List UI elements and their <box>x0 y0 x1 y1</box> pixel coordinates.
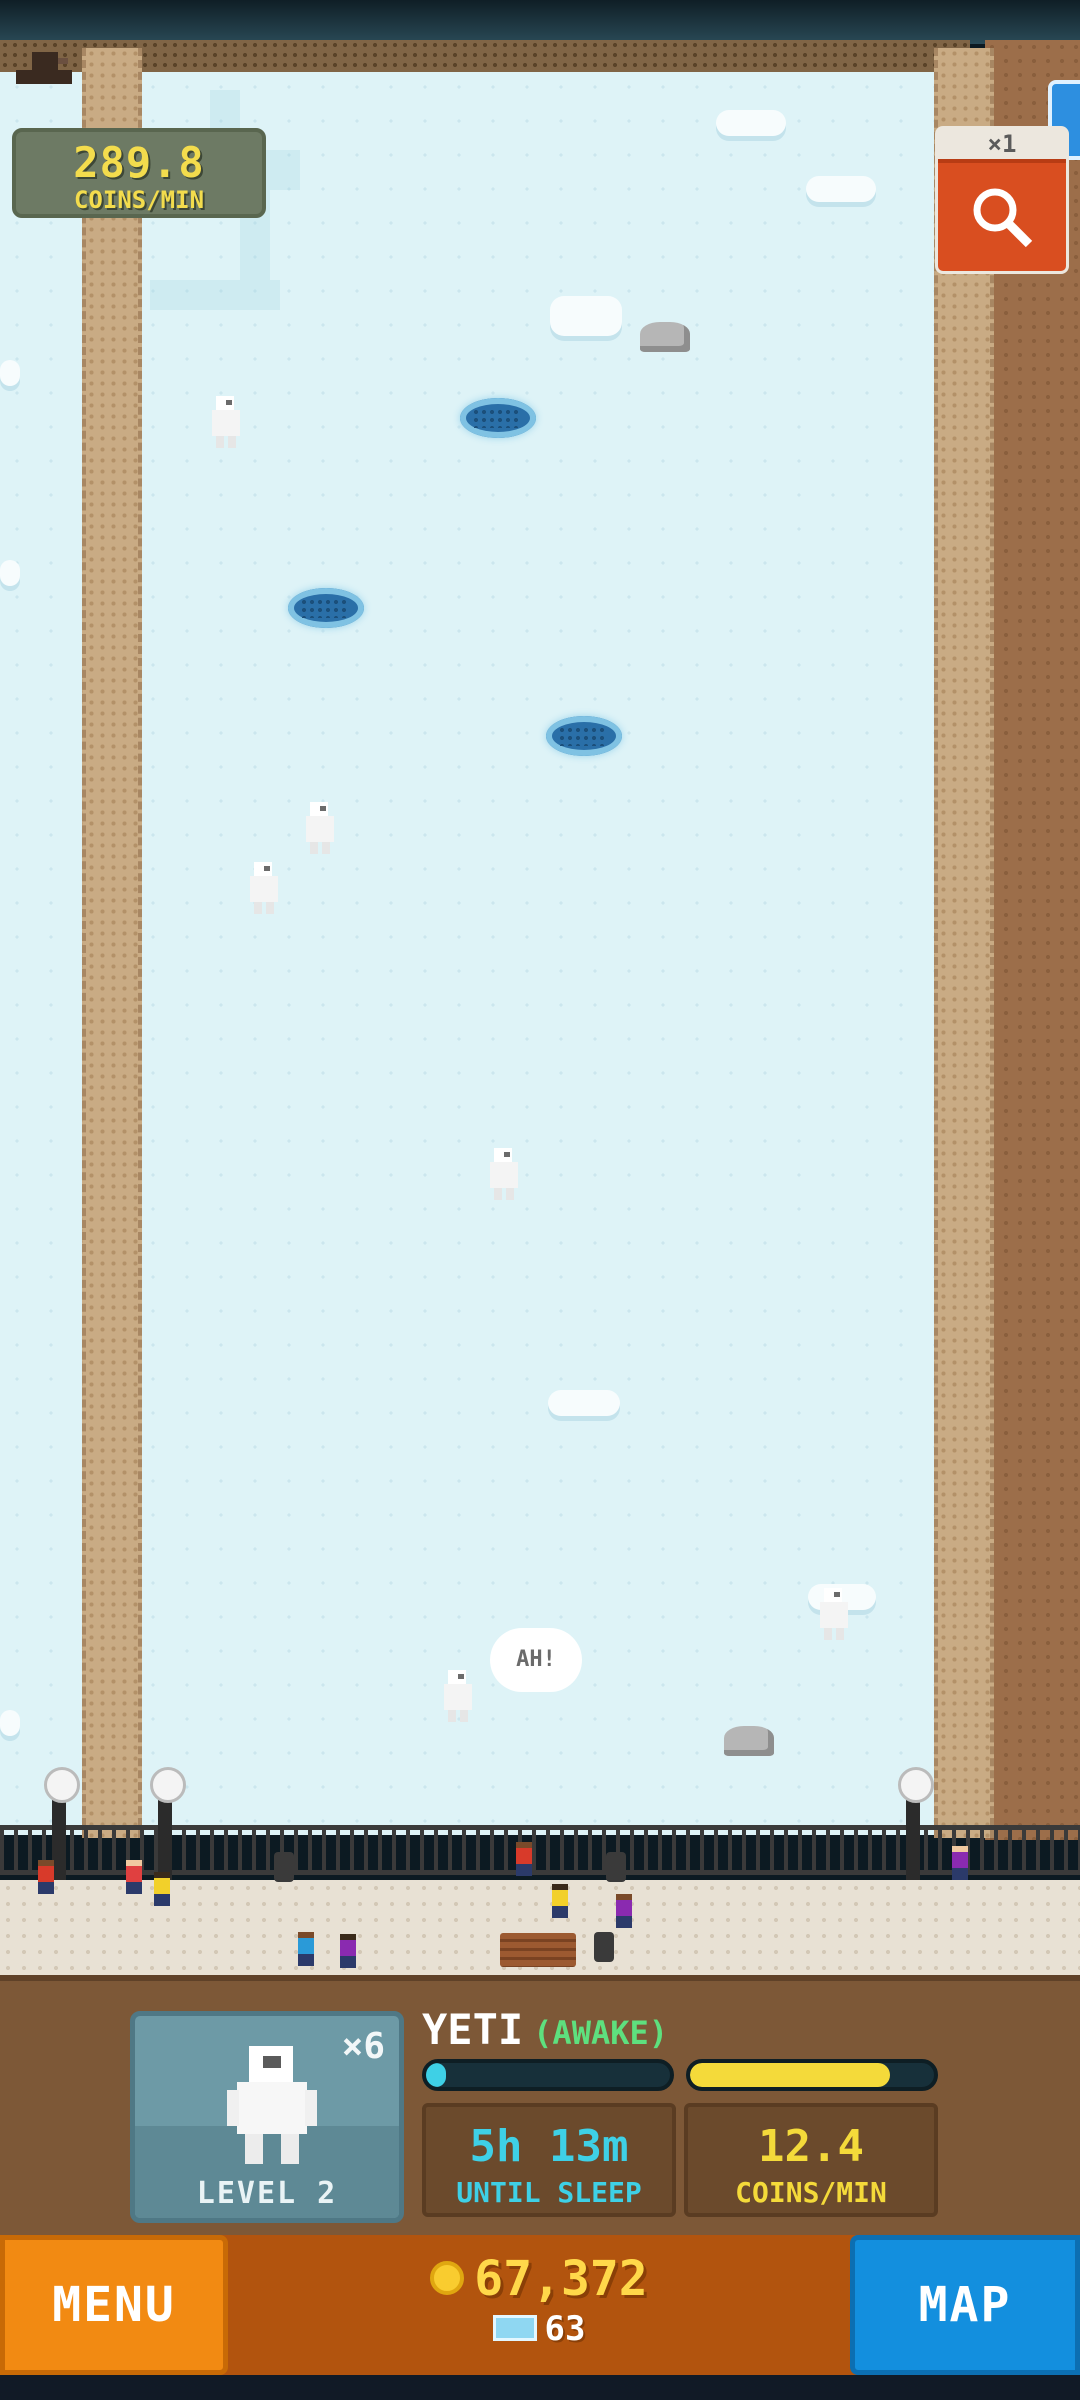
ice-hole <box>460 398 536 438</box>
visitor <box>154 1872 170 1906</box>
visitor <box>616 1894 632 1928</box>
dirt-border <box>985 40 1080 1840</box>
visitor <box>340 1934 356 1968</box>
gem-icon <box>492 2314 537 2341</box>
gems-total-line: 63 <box>236 2307 842 2349</box>
snow-mound <box>0 360 20 386</box>
top-wall <box>0 40 970 72</box>
animal-name-line: YETI (AWAKE) <box>422 2005 668 2054</box>
left-wall <box>82 48 142 1838</box>
ice-hole <box>288 588 364 628</box>
gems-total: 63 <box>544 2309 586 2349</box>
boot-icon[interactable] <box>12 48 76 88</box>
trash-bin <box>274 1852 294 1882</box>
sleep-progress-fill <box>426 2063 446 2087</box>
coins-total: 67,372 <box>474 2251 648 2307</box>
snow-mound <box>806 176 876 202</box>
menu-button[interactable]: MENU <box>0 2235 228 2375</box>
system-nav-strip <box>0 2375 1080 2400</box>
finder-button[interactable]: ×1 <box>935 126 1069 274</box>
yeti-icon[interactable] <box>486 1144 526 1204</box>
visitor <box>126 1860 142 1894</box>
visitor <box>38 1860 54 1894</box>
coins-per-min-value: 289.8 <box>73 138 205 187</box>
visitor <box>952 1846 968 1880</box>
animal-count: ×6 <box>341 2026 385 2067</box>
animal-coins-label: COINS/MIN <box>735 2176 887 2209</box>
animal-info-panel: ×6 LEVEL 2 YETI (AWAKE) 5h 13m UNTIL SLEE… <box>0 1975 1080 2235</box>
coins-progress-bar <box>686 2059 938 2091</box>
lamp-post <box>898 1767 934 1885</box>
coins-total-line: 67,372 <box>236 2243 842 2307</box>
animal-level: LEVEL 2 <box>196 2176 338 2211</box>
currency-display: 67,372 63 <box>236 2243 842 2367</box>
enclosure-scene[interactable]: AH! <box>0 40 1080 1975</box>
yeti-icon[interactable] <box>246 858 286 918</box>
yeti-icon[interactable] <box>440 1666 480 1726</box>
ice-hole <box>546 716 622 756</box>
snow-mound <box>716 110 786 136</box>
visitor <box>552 1884 568 1918</box>
until-sleep-value: 5h 13m <box>469 2121 629 2172</box>
right-wall <box>934 48 994 1838</box>
finder-button-face[interactable] <box>938 159 1066 271</box>
until-sleep-stat: 5h 13m UNTIL SLEEP <box>422 2103 676 2217</box>
lamp-post <box>150 1767 186 1885</box>
animal-state: (AWAKE) <box>533 2014 669 2052</box>
trash-bin <box>594 1932 614 1962</box>
visitor <box>516 1842 532 1876</box>
snow-mound <box>0 1710 20 1736</box>
coins-per-min-label: COINS/MIN <box>73 186 205 214</box>
snow-mound <box>548 1390 620 1416</box>
yeti-icon[interactable] <box>816 1584 856 1644</box>
yeti-icon[interactable] <box>302 798 342 858</box>
rock <box>724 1726 774 1756</box>
visitor <box>298 1932 314 1966</box>
animal-coins-stat: 12.4 COINS/MIN <box>684 2103 938 2217</box>
magnifier-icon <box>973 188 1033 248</box>
trash-bin <box>606 1852 626 1882</box>
bottom-nav: MENU 67,372 63 MAP <box>0 2235 1080 2375</box>
status-strip <box>0 0 1080 44</box>
animal-name: YETI <box>422 2005 524 2054</box>
speech-bubble: AH! <box>490 1628 582 1692</box>
animal-coins-value: 12.4 <box>758 2121 864 2172</box>
coin-icon <box>430 2261 465 2295</box>
snow-mound <box>550 296 622 336</box>
yeti-icon[interactable] <box>208 392 248 452</box>
coins-progress-fill <box>690 2063 891 2087</box>
lamp-post <box>44 1767 80 1885</box>
coins-per-min-sign: 289.8 COINS/MIN <box>12 128 266 218</box>
rock <box>640 322 690 352</box>
finder-multiplier: ×1 <box>987 130 1017 158</box>
until-sleep-label: UNTIL SLEEP <box>456 2176 642 2209</box>
animal-card[interactable]: ×6 LEVEL 2 <box>130 2011 404 2223</box>
park-bench <box>500 1933 576 1967</box>
snow-mound <box>0 560 20 586</box>
sleep-progress-bar <box>422 2059 674 2091</box>
yeti-icon <box>227 2046 317 2164</box>
map-button[interactable]: MAP <box>850 2235 1080 2375</box>
